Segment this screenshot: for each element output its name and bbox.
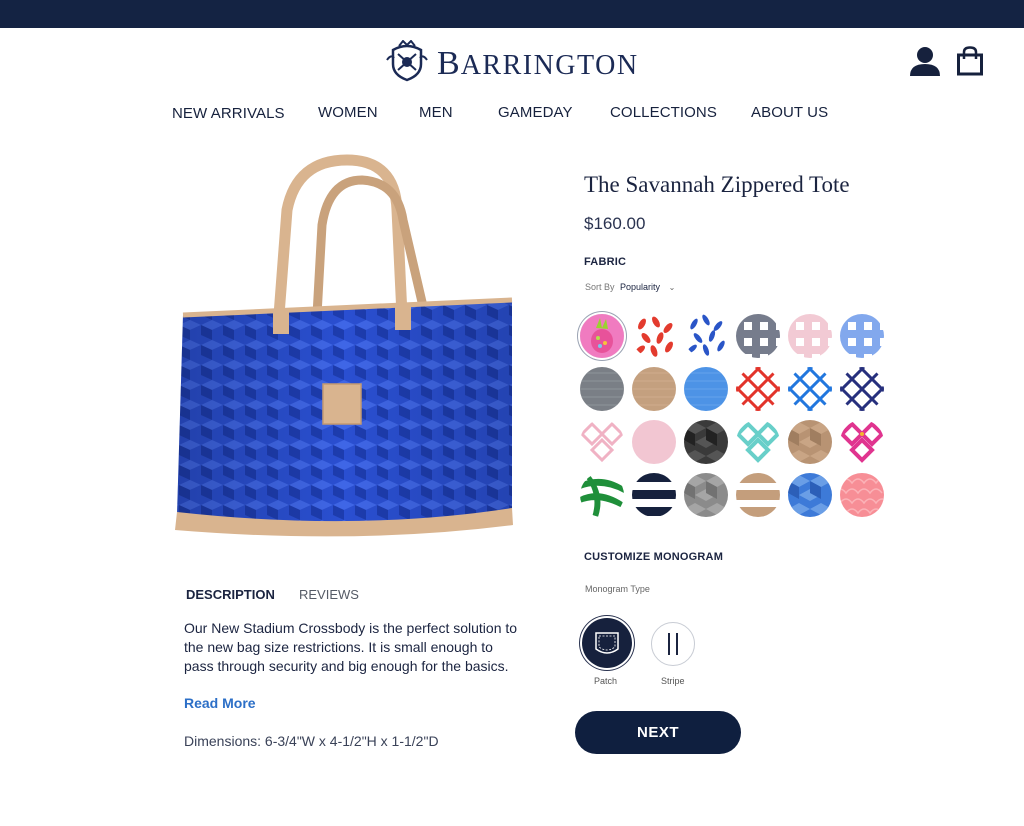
black-cube-swatch[interactable] [684, 420, 728, 464]
navy-gingham-swatch[interactable] [736, 314, 780, 358]
tab-reviews[interactable]: REVIEWS [299, 587, 359, 602]
nav-women[interactable]: WOMEN [318, 104, 378, 121]
product-title: The Savannah Zippered Tote [584, 172, 850, 197]
tab-description[interactable]: DESCRIPTION [186, 587, 275, 602]
grey-cube-swatch[interactable] [684, 473, 728, 517]
aqua-ikat-swatch[interactable] [736, 420, 780, 464]
patch-icon [582, 618, 632, 668]
grey-linen-swatch[interactable] [580, 367, 624, 411]
brand-logo[interactable]: BARRINGTON [385, 40, 639, 82]
product-description: Our New Stadium Crossbody is the perfect… [184, 620, 518, 674]
red-leaf-swatch[interactable] [632, 314, 676, 358]
sort-control[interactable]: Sort By Popularity ⌄ [585, 282, 675, 292]
nav-about-us[interactable]: ABOUT US [751, 104, 828, 121]
product-dimensions: Dimensions: 6-3/4"W x 4-1/2"H x 1-1/2"D [184, 733, 439, 749]
blue-cube-swatch[interactable] [788, 473, 832, 517]
green-palm-swatch[interactable] [580, 473, 624, 517]
pineapple-swatch[interactable] [580, 314, 624, 358]
monogram-type-label: Monogram Type [585, 584, 650, 594]
main-nav: NEW ARRIVALS WOMEN MEN GAMEDAY COLLECTIO… [0, 102, 1024, 126]
read-more-link[interactable]: Read More [184, 695, 256, 711]
red-fret-swatch[interactable] [736, 367, 780, 411]
nav-men[interactable]: MEN [419, 104, 453, 121]
crest-icon [386, 40, 428, 82]
stripe-icon [651, 622, 695, 666]
pink-ikat-swatch[interactable] [580, 420, 624, 464]
patch-caption: Patch [594, 676, 618, 686]
tan-cube-swatch[interactable] [788, 420, 832, 464]
stripe-caption: Stripe [661, 676, 685, 686]
tan-stripe-swatch[interactable] [736, 473, 780, 517]
next-button[interactable]: NEXT [575, 711, 741, 754]
pink-solid-swatch[interactable] [632, 420, 676, 464]
top-banner [0, 0, 1024, 28]
nav-new-arrivals[interactable]: NEW ARRIVALS [172, 105, 285, 122]
brand-wordmark: BARRINGTON [437, 45, 639, 82]
blue-leaf-swatch[interactable] [684, 314, 728, 358]
blue-gingham-swatch[interactable] [840, 314, 884, 358]
magenta-ikat-swatch[interactable] [840, 420, 884, 464]
nav-gameday[interactable]: GAMEDAY [498, 104, 573, 121]
blue-fret-swatch[interactable] [788, 367, 832, 411]
shopping-bag-icon[interactable] [956, 46, 984, 76]
monogram-label: CUSTOMIZE MONOGRAM [584, 551, 724, 563]
sort-label: Sort By [585, 282, 615, 292]
nav-collections[interactable]: COLLECTIONS [610, 104, 717, 121]
fabric-label: FABRIC [584, 256, 627, 268]
product-image [157, 140, 547, 555]
navy-fret-swatch[interactable] [840, 367, 884, 411]
tan-linen-swatch[interactable] [632, 367, 676, 411]
fabric-swatches [578, 312, 898, 522]
monogram-option-patch[interactable]: Patch [582, 618, 632, 686]
coral-scale-swatch[interactable] [840, 473, 884, 517]
chevron-down-icon: ⌄ [668, 283, 676, 292]
blue-linen-swatch[interactable] [684, 367, 728, 411]
account-icon[interactable] [908, 46, 942, 78]
navy-stripe-swatch[interactable] [632, 473, 676, 517]
sort-value[interactable]: Popularity [620, 282, 660, 292]
monogram-option-stripe[interactable]: Stripe [651, 622, 695, 686]
product-price: $160.00 [584, 214, 646, 233]
pink-gingham-swatch[interactable] [788, 314, 832, 358]
